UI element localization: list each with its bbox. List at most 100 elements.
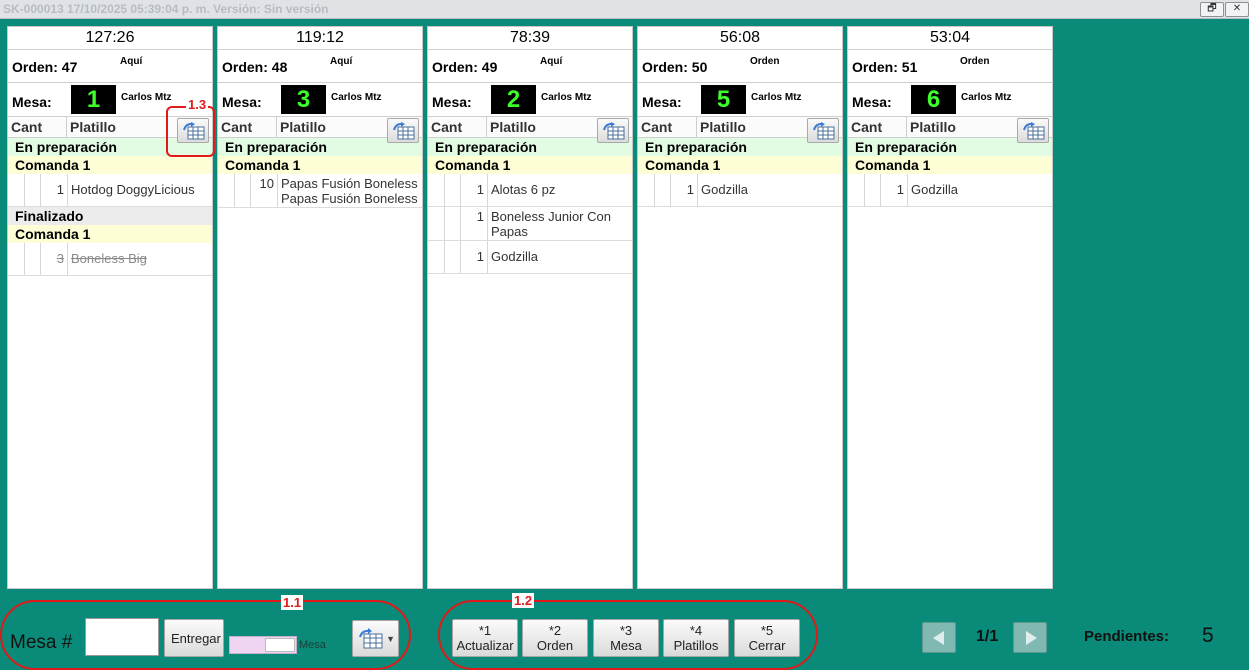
comanda-header: Comanda 1 (848, 156, 1052, 174)
annotation-box-1-1 (0, 600, 411, 670)
chevron-right-icon (1026, 631, 1037, 645)
elapsed-time: 119:12 (218, 27, 422, 50)
mesa-label: Mesa: (12, 94, 52, 110)
qty-column-header: Cant (641, 119, 673, 135)
grid-line (907, 174, 908, 206)
next-page-button[interactable] (1013, 622, 1047, 653)
view-mode-button[interactable] (1017, 118, 1049, 143)
annotation-label-1-3: 1.3 (186, 97, 209, 112)
list-item[interactable]: 3 Boneless Big (8, 243, 212, 276)
column-header: Cant Platillo (218, 117, 422, 143)
waiter-name: Carlos Mtz (331, 92, 382, 103)
close-window-button[interactable]: ✕ (1225, 2, 1249, 17)
list-item[interactable]: 10 Papas Fusión Boneless Papas Fusión Bon… (218, 174, 422, 208)
item-quantity: 1 (686, 182, 694, 197)
view-mode-button[interactable] (597, 118, 629, 143)
annotation-box-1-3 (166, 106, 215, 157)
page-indicator: 1/1 (976, 628, 999, 645)
mesa-label: Mesa: (222, 94, 262, 110)
order-row: Orden: 47 Aquí (8, 50, 212, 83)
comanda-header: Comanda 1 (428, 156, 632, 174)
order-location: Aquí (120, 56, 143, 67)
item-name: Hotdog DoggyLicious (71, 182, 195, 197)
order-card[interactable]: 53:04 Orden: 51 Orden Mesa: 6 Carlos Mtz Cant P… (847, 26, 1053, 589)
list-item[interactable]: 1 Alotas 6 pz (428, 174, 632, 207)
restore-window-button[interactable]: 🗗 (1200, 2, 1224, 17)
waiter-name: Carlos Mtz (961, 92, 1012, 103)
order-card[interactable]: 56:08 Orden: 50 Orden Mesa: 5 Carlos Mtz Cant P… (637, 26, 843, 589)
window-title: SK-000013 17/10/2025 05:39:04 p. m. Vers… (3, 2, 329, 16)
order-row: Orden: 51 Orden (848, 50, 1052, 83)
order-card[interactable]: 119:12 Orden: 48 Aquí Mesa: 3 Carlos Mtz Cant P… (217, 26, 423, 589)
comanda-header: Comanda 1 (8, 225, 212, 243)
waiter-name: Carlos Mtz (121, 92, 172, 103)
order-location: Orden (750, 56, 780, 67)
qty-column-header: Cant (431, 119, 463, 135)
grid-line (277, 174, 278, 207)
grid-line (864, 174, 865, 206)
item-quantity: 1 (476, 249, 484, 264)
item-quantity: 1 (476, 182, 484, 197)
order-row: Orden: 48 Aquí (218, 50, 422, 83)
dish-column-header: Platillo (490, 119, 536, 135)
status-header: Finalizado (8, 207, 212, 225)
column-header: Cant Platillo (428, 117, 632, 143)
table-number: 3 (281, 85, 326, 114)
order-number: Orden: 51 (852, 59, 918, 75)
waiter-name: Carlos Mtz (751, 92, 802, 103)
qty-column-header: Cant (221, 119, 253, 135)
table-number: 1 (71, 85, 116, 114)
column-divider (66, 117, 67, 137)
grid-line (67, 174, 68, 206)
mesa-label: Mesa: (432, 94, 472, 110)
column-divider (696, 117, 697, 137)
qty-column-header: Cant (11, 119, 43, 135)
column-header: Cant Platillo (848, 117, 1052, 143)
elapsed-time: 56:08 (638, 27, 842, 50)
table-row: Mesa: 6 Carlos Mtz (848, 83, 1052, 117)
view-mode-button[interactable] (807, 118, 839, 143)
grid-line (234, 174, 235, 207)
list-item[interactable]: 1 Godzilla (428, 241, 632, 274)
order-location: Aquí (540, 56, 563, 67)
annotation-label-1-1: 1.1 (281, 595, 304, 610)
table-row: Mesa: 3 Carlos Mtz (218, 83, 422, 117)
list-item[interactable]: 1 Boneless Junior Con Papas (428, 207, 632, 241)
item-name: Papas Fusión Boneless Papas Fusión Bonel… (281, 176, 418, 206)
list-item[interactable]: 1 Godzilla (848, 174, 1052, 207)
list-item[interactable]: 1 Godzilla (638, 174, 842, 207)
table-view-icon (393, 122, 415, 140)
item-quantity: 1 (56, 182, 64, 197)
grid-line (487, 207, 488, 240)
column-divider (276, 117, 277, 137)
order-number: Orden: 49 (432, 59, 498, 75)
table-view-icon (813, 122, 835, 140)
comanda-header: Comanda 1 (218, 156, 422, 174)
grid-line (444, 207, 445, 240)
list-item[interactable]: 1 Hotdog DoggyLicious (8, 174, 212, 207)
comanda-header: Comanda 1 (638, 156, 842, 174)
comanda-header: Comanda 1 (8, 156, 212, 174)
previous-page-button[interactable] (922, 622, 956, 653)
dish-column-header: Platillo (70, 119, 116, 135)
column-divider (486, 117, 487, 137)
table-number: 2 (491, 85, 536, 114)
item-name: Boneless Junior Con Papas (491, 209, 611, 239)
table-number: 5 (701, 85, 746, 114)
dish-column-header: Platillo (910, 119, 956, 135)
annotation-label-1-2: 1.2 (512, 593, 535, 608)
chevron-left-icon (933, 631, 944, 645)
grid-line (24, 174, 25, 206)
grid-line (67, 243, 68, 275)
order-number: Orden: 48 (222, 59, 288, 75)
title-bar: SK-000013 17/10/2025 05:39:04 p. m. Vers… (0, 0, 1249, 19)
item-name: Boneless Big (71, 251, 147, 266)
column-divider (906, 117, 907, 137)
order-row: Orden: 50 Orden (638, 50, 842, 83)
table-view-icon (1023, 122, 1045, 140)
view-mode-button[interactable] (387, 118, 419, 143)
item-name: Godzilla (911, 182, 958, 197)
grid-line (444, 174, 445, 206)
order-card[interactable]: 78:39 Orden: 49 Aquí Mesa: 2 Carlos Mtz Cant Pl… (427, 26, 633, 589)
order-number: Orden: 47 (12, 59, 78, 75)
